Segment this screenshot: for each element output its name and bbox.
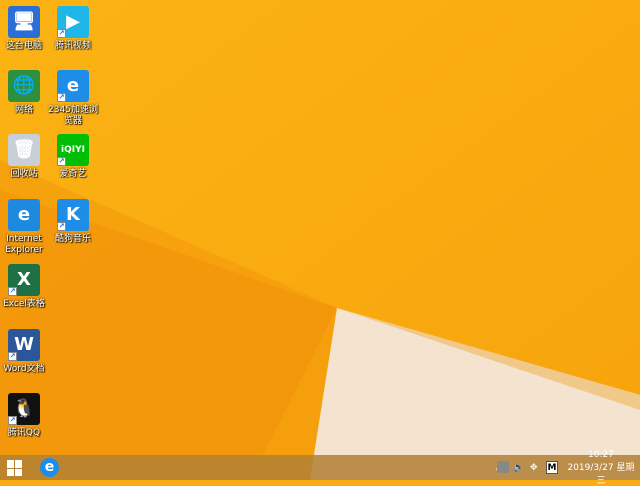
tencent-video-icon: ▶ ↗ <box>57 6 89 38</box>
volume-icon[interactable]: 🔈 <box>513 455 524 480</box>
desktop-icon[interactable]: 🗑 回收站 <box>0 134 51 180</box>
browser-2345-icon: e ↗ <box>57 70 89 102</box>
desktop-icon-label: 回收站 <box>10 169 38 179</box>
qq-icon: 🐧 ↗ <box>8 393 40 425</box>
shortcut-arrow-icon: ↗ <box>57 222 66 231</box>
desktop-icon-label: Word文档 <box>3 364 45 374</box>
computer-icon: 🖥 <box>8 6 40 38</box>
desktop-icon[interactable]: 🌐 网络 <box>0 70 51 116</box>
desktop-icon-label: 爱奇艺 <box>59 169 87 179</box>
desktop-icon-label: 腾讯视频 <box>54 41 91 51</box>
network-icon: 🌐 <box>8 70 40 102</box>
desktop-icon-label: 网络 <box>14 105 33 115</box>
internet-explorer-icon: e <box>8 199 40 231</box>
recycle-bin-icon: 🗑 <box>8 134 40 166</box>
desktop-icon-label: Internet Explorer <box>5 234 43 255</box>
desktop-icon[interactable]: e ↗ 2345加速浏览器 <box>46 70 100 127</box>
desktop-icon[interactable]: iQIYI ↗ 爱奇艺 <box>46 134 100 180</box>
shortcut-arrow-icon: ↗ <box>8 352 17 361</box>
desktop-icon[interactable]: W ↗ Word文档 <box>0 329 51 375</box>
desktop-icon-label: Excel表格 <box>3 299 45 309</box>
windows-start-icon[interactable] <box>7 460 23 476</box>
desktop-icon[interactable]: 🖥 这台电脑 <box>0 6 51 52</box>
clock-time: 10:27 <box>588 449 614 460</box>
shortcut-arrow-icon: ↗ <box>57 93 66 102</box>
desktop-icon-label: 酷狗音乐 <box>54 234 91 244</box>
desktop-icon-label: 2345加速浏览器 <box>48 105 98 126</box>
taskbar: e ▲ 🔈 ✥ M 10:27 2019/3/27 星期三 <box>0 450 640 486</box>
ime-indicator[interactable]: M <box>546 461 558 474</box>
desktop-icon[interactable]: K ↗ 酷狗音乐 <box>46 199 100 245</box>
word-icon: W ↗ <box>8 329 40 361</box>
network-error-icon[interactable] <box>497 461 509 473</box>
desktop-icon[interactable]: 🐧 ↗ 腾讯QQ <box>0 393 51 439</box>
desktop-icon-label: 腾讯QQ <box>7 428 41 438</box>
shortcut-arrow-icon: ↗ <box>57 157 66 166</box>
shortcut-arrow-icon: ↗ <box>8 287 17 296</box>
desktop-icon[interactable]: X ↗ Excel表格 <box>0 264 51 310</box>
iqiyi-icon: iQIYI ↗ <box>57 134 89 166</box>
desktop-icon[interactable]: ▶ ↗ 腾讯视频 <box>46 6 100 52</box>
action-center-icon[interactable]: ✥ <box>530 455 538 480</box>
internet-explorer-icon[interactable]: e <box>40 458 59 477</box>
shortcut-arrow-icon: ↗ <box>57 29 66 38</box>
kugou-icon: K ↗ <box>57 199 89 231</box>
clock-date: 2019/3/27 星期三 <box>567 462 635 486</box>
desktop-icon[interactable]: e Internet Explorer <box>0 199 51 256</box>
desktop-icon-label: 这台电脑 <box>5 41 42 51</box>
shortcut-arrow-icon: ↗ <box>8 416 17 425</box>
excel-icon: X ↗ <box>8 264 40 296</box>
clock[interactable]: 10:27 2019/3/27 星期三 <box>566 450 636 486</box>
